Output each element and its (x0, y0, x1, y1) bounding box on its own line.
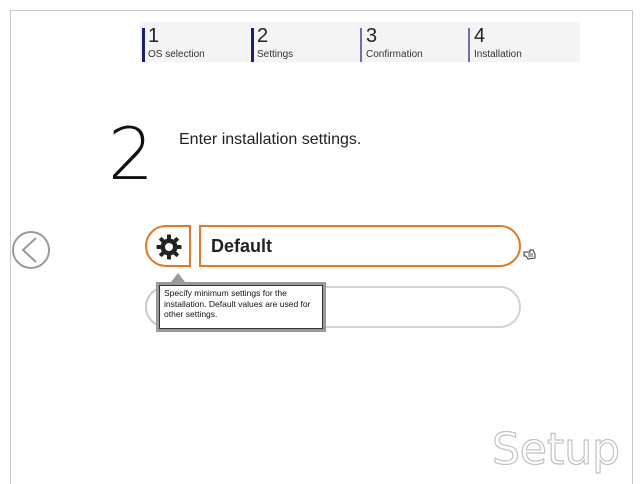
step-label: Installation (474, 49, 522, 60)
tooltip-text: Specify minimum settings for the install… (159, 285, 323, 329)
step-settings: 2 Settings (251, 26, 293, 62)
step-number: 2 (257, 25, 269, 47)
default-option-icon-button[interactable] (145, 225, 191, 267)
step-label: Confirmation (366, 49, 423, 60)
page-heading: Enter installation settings. (179, 131, 362, 148)
step-number: 4 (474, 25, 486, 47)
default-option-button[interactable]: Default (199, 225, 521, 267)
step-number: 3 (366, 25, 378, 47)
back-button[interactable] (12, 231, 50, 269)
step-label: Settings (257, 49, 294, 60)
step-confirmation: 3 Confirmation (360, 26, 423, 62)
step-installation: 4 Installation (468, 26, 522, 62)
current-step-number: 2 (108, 112, 154, 196)
default-option-label: Default (211, 236, 273, 256)
left-arrow-icon (21, 237, 37, 263)
step-number: 1 (148, 25, 160, 47)
tooltip-pointer (171, 273, 185, 282)
step-indicator: 1 OS selection 2 Settings 3 Confirmation… (140, 22, 580, 62)
hand-cursor-icon (523, 248, 537, 266)
step-os-selection: 1 OS selection (142, 26, 205, 62)
gear-icon (156, 234, 182, 260)
setup-logo: Setup (491, 424, 621, 475)
step-label: OS selection (148, 49, 205, 60)
tooltip: Specify minimum settings for the install… (156, 282, 326, 332)
